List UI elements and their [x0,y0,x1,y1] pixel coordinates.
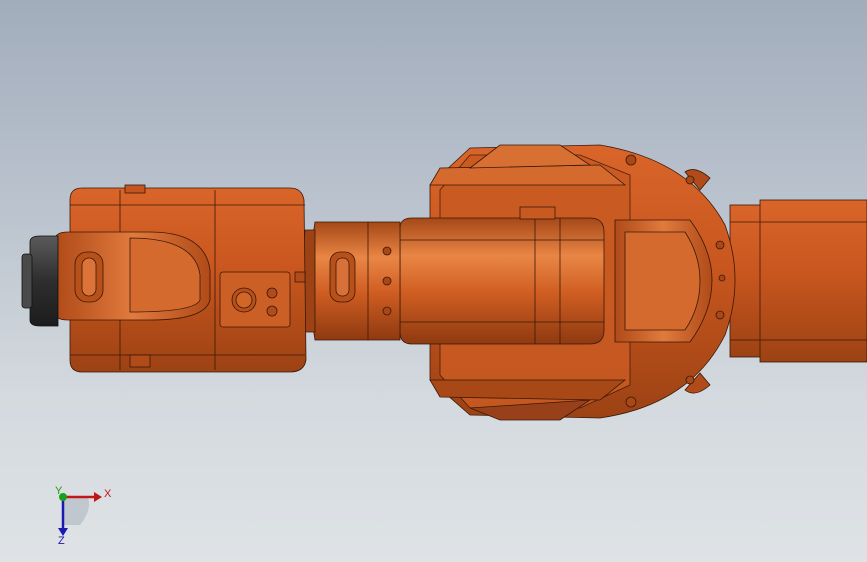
triad-x-label: X [104,488,112,500]
upper-arm[interactable] [399,206,605,345]
tool-flange[interactable] [21,235,59,327]
triad-x-arrowhead [94,492,102,502]
wrist-housing[interactable] [54,231,211,321]
base-motor[interactable] [729,199,867,363]
triad-y-label: Y [55,485,63,497]
lower-arm[interactable] [614,219,713,343]
cad-viewport[interactable]: X Y Z [0,0,867,562]
elbow-joint[interactable] [302,221,401,341]
triad-z-label: Z [58,535,65,547]
robot-arm-model[interactable]: X Y Z [0,0,867,562]
coordinate-triad: X Y Z [55,485,112,547]
